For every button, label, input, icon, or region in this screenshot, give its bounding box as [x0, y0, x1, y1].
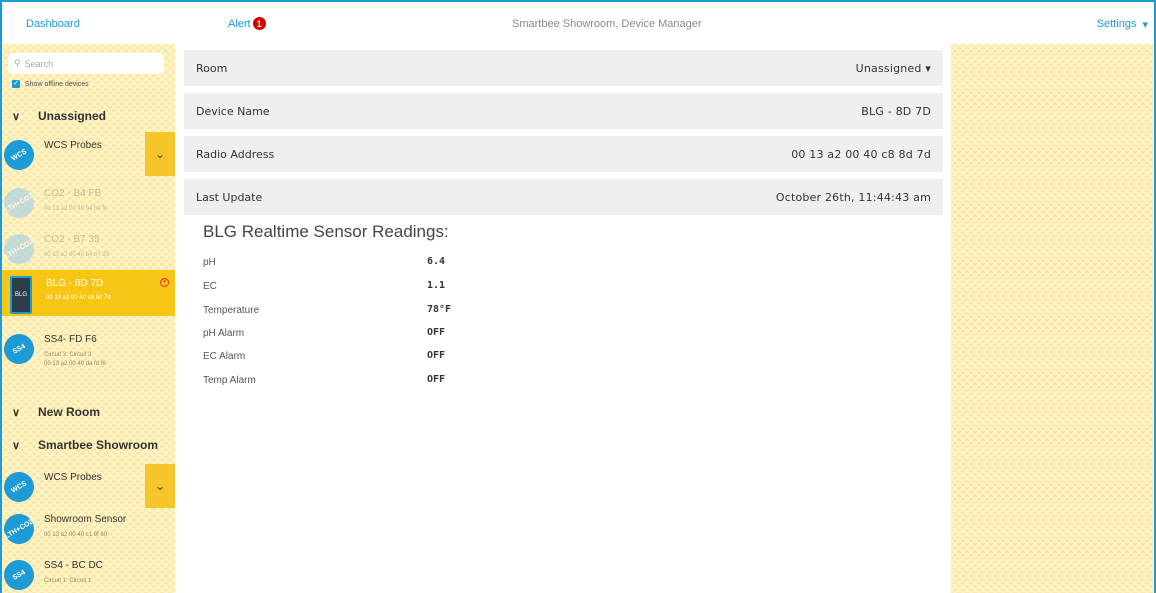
expand-button[interactable]: ⌄	[145, 132, 175, 176]
reading-label: pH Alarm	[203, 328, 245, 339]
device-item-blg-8d7d[interactable]: BLG BLG - 8D 7D 00 13 a2 00 40 c8 8d 7d …	[2, 270, 175, 316]
chevron-down-icon: ▾	[1142, 19, 1148, 31]
row-value: 00 13 a2 00 40 c8 8d 7d	[791, 147, 931, 161]
device-name: WCS Probes	[44, 472, 102, 483]
lth-co2-device-icon: LTH+CO2	[2, 228, 40, 270]
lth-co2-device-icon: LTH+CO2	[2, 182, 40, 224]
group-label: Smartbee Showroom	[38, 438, 159, 452]
page-title: Smartbee Showroom, Device Manager	[512, 18, 702, 30]
row-value: October 26th, 11:44:43 am	[775, 190, 931, 204]
device-address: 00 13 a2 00 40 b4 b4 fb	[44, 206, 108, 212]
alert-label: Alert	[228, 17, 251, 30]
chevron-down-icon: ⌄	[154, 147, 166, 161]
alert-link[interactable]: Alert 1	[228, 17, 266, 30]
ss4-device-icon: SS4	[2, 328, 40, 370]
reading-row: pH Alarm OFF	[203, 327, 445, 339]
reading-label: EC	[203, 281, 217, 292]
device-address: 00 13 a2 00 40 c8 8d 7d	[46, 295, 111, 301]
device-item-showroom-sensor[interactable]: LTH+CO2 Showroom Sensor 00 13 a2 00 40 c…	[2, 506, 175, 558]
reading-row: EC 1.1	[203, 280, 445, 292]
wcs-device-icon: WCS	[2, 466, 40, 508]
top-bar: Dashboard Alert 1 Smartbee Showroom, Dev…	[2, 2, 1154, 44]
chevron-down-icon: ⌄	[154, 479, 166, 493]
settings-label: Settings	[1096, 18, 1137, 30]
device-address: 00 13 a2 00 40 c1 9f 60	[44, 532, 108, 538]
remove-icon[interactable]: ×	[160, 278, 169, 287]
reading-row: pH 6.4	[203, 256, 445, 268]
device-detail-panel: Room Unassigned ▾ Device Name BLG - 8D 7…	[175, 44, 951, 593]
honeycomb-background	[951, 44, 1154, 593]
row-value: BLG - 8D 7D	[861, 104, 931, 118]
row-label: Device Name	[196, 104, 270, 118]
lth-co2-device-icon: LTH+CO2	[2, 508, 40, 550]
device-name: CO2 - B7 35	[44, 234, 100, 245]
reading-label: pH	[203, 257, 216, 268]
group-label: New Room	[38, 405, 101, 419]
show-offline-toggle[interactable]: ✓ Show offline devices	[12, 80, 89, 88]
device-name-row: Device Name BLG - 8D 7D	[184, 93, 943, 129]
wcs-device-icon: WCS	[2, 134, 40, 176]
reading-value: OFF	[427, 327, 446, 338]
device-name: SS4 - BC DC	[44, 560, 103, 571]
reading-label: EC Alarm	[203, 351, 246, 362]
row-label: Room	[196, 61, 228, 75]
row-label: Radio Address	[196, 147, 275, 161]
settings-menu[interactable]: Settings ▾	[1097, 18, 1148, 31]
sidebar: ⚲ Search ✓ Show offline devices ∨ Unassi…	[2, 44, 175, 593]
device-name: Showroom Sensor	[44, 514, 127, 525]
reading-value: OFF	[427, 350, 446, 361]
blg-device-icon: BLG	[10, 276, 32, 314]
reading-value: 1.1	[427, 280, 446, 291]
chevron-down-icon: ∨	[12, 110, 21, 123]
group-new-room[interactable]: ∨ New Room	[2, 400, 175, 424]
device-name: WCS Probes	[44, 140, 102, 151]
room-select[interactable]: Unassigned ▾	[856, 62, 931, 75]
group-smartbee-showroom[interactable]: ∨ Smartbee Showroom	[2, 433, 175, 457]
device-name: SS4- FD F6	[44, 334, 97, 345]
dashboard-link[interactable]: Dashboard	[26, 18, 80, 30]
device-circuit: Circuit 1: Circuit 1	[44, 578, 92, 584]
readings-title: BLG Realtime Sensor Readings:	[203, 222, 449, 241]
device-item-ss4-bcdc[interactable]: SS4 SS4 - BC DC Circuit 1: Circuit 1	[2, 552, 175, 593]
device-address: 00 13 a2 00 40 da fd f6	[44, 361, 106, 367]
chevron-down-icon: ∨	[12, 439, 21, 452]
group-unassigned[interactable]: ∨ Unassigned	[2, 104, 175, 128]
room-row[interactable]: Room Unassigned ▾	[184, 50, 943, 86]
radio-address-row: Radio Address 00 13 a2 00 40 c8 8d 7d	[184, 136, 943, 172]
group-label: Unassigned	[38, 109, 107, 123]
device-name: CO2 - B4 FB	[44, 188, 102, 199]
last-update-row: Last Update October 26th, 11:44:43 am	[184, 179, 943, 215]
reading-label: Temp Alarm	[203, 375, 256, 386]
reading-label: Temperature	[203, 305, 260, 316]
reading-row: EC Alarm OFF	[203, 350, 445, 362]
alert-count-badge: 1	[252, 17, 266, 30]
reading-row: Temp Alarm OFF	[203, 374, 445, 386]
device-item-wcs-probes[interactable]: WCS WCS Probes ⌄	[2, 132, 175, 184]
reading-value: 6.4	[427, 256, 446, 267]
device-address: 00 13 a2 00 40 b4 b7 35	[44, 252, 110, 258]
reading-value: OFF	[427, 374, 446, 385]
row-label: Last Update	[196, 190, 263, 204]
search-placeholder: Search	[24, 58, 54, 69]
device-name: BLG - 8D 7D	[46, 278, 104, 289]
reading-value: 78°F	[427, 304, 452, 315]
ss4-device-icon: SS4	[2, 554, 40, 593]
checkbox-checked-icon[interactable]: ✓	[12, 80, 20, 88]
device-item-ss4-fdf6[interactable]: SS4 SS4- FD F6 Circuit 3: Circuit 3 00 1…	[2, 326, 175, 378]
reading-row: Temperature 78°F	[203, 304, 451, 316]
search-icon: ⚲	[14, 58, 21, 68]
chevron-down-icon: ∨	[12, 406, 21, 419]
device-circuit: Circuit 3: Circuit 3	[44, 352, 92, 358]
device-item-co2-b4fb[interactable]: LTH+CO2 CO2 - B4 FB 00 13 a2 00 40 b4 b4…	[2, 180, 175, 232]
show-offline-label: Show offline devices	[25, 80, 89, 88]
expand-button[interactable]: ⌄	[145, 464, 175, 508]
search-input[interactable]: ⚲ Search	[8, 53, 164, 74]
